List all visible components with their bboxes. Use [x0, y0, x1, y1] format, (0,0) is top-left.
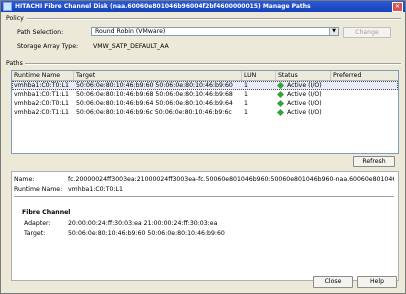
paths-table-header: Runtime Name Target LUN Status Preferred	[12, 71, 398, 81]
details-name-value: fc.20000024ff3003ea:21000024ff3003ea-fc.…	[68, 176, 394, 183]
preferred-cell	[331, 81, 396, 90]
window-title: HITACHI Fibre Channel Disk (naa.60060e80…	[15, 3, 311, 10]
change-button[interactable]: Change	[343, 27, 391, 38]
title-bar[interactable]: HITACHI Fibre Channel Disk (naa.60060e80…	[1, 1, 405, 12]
details-name-label: Name:	[14, 176, 35, 183]
path-selection-dropdown[interactable]: Round Robin (VMware) ▼	[91, 27, 339, 36]
app-icon	[3, 2, 12, 11]
fibre-channel-title: Fibre Channel	[22, 209, 71, 216]
target-value: 50:06:0e:80:10:46:b9:60 50:06:0e:80:10:4…	[68, 230, 225, 237]
lun-cell: 1	[244, 100, 248, 107]
details-runtime-label: Runtime Name:	[14, 186, 63, 193]
refresh-button[interactable]: Refresh	[353, 156, 395, 167]
table-row[interactable]: vmhba1:C0:T1:L1 50:06:0e:80:10:46:b9:68 5…	[12, 90, 398, 99]
status-cell: Active (I/O)	[276, 108, 331, 117]
column-preferred[interactable]: Preferred	[331, 71, 396, 80]
target-label: Target:	[24, 230, 46, 237]
adapter-label: Adapter:	[24, 220, 51, 227]
target-cell: 50:06:0e:80:10:46:b9:68 50:06:0e:80:10:4…	[76, 91, 233, 98]
active-status-icon	[276, 81, 285, 89]
active-status-icon	[276, 90, 285, 98]
table-row[interactable]: vmhba2:C0:T0:L1 50:06:0e:80:10:46:b9:64 5…	[12, 99, 398, 108]
adapter-value: 20:00:00:24:ff:30:03:ea 21:00:00:24:ff:3…	[68, 220, 218, 227]
details-divider	[14, 196, 394, 198]
status-cell: Active (I/O)	[276, 90, 331, 99]
active-status-icon	[276, 108, 285, 116]
column-lun[interactable]: LUN	[242, 71, 276, 80]
table-row[interactable]: vmhba2:C0:T1:L1 50:06:0e:80:10:46:b9:6c 5…	[12, 108, 398, 117]
path-selection-value: Round Robin (VMware)	[95, 28, 166, 35]
close-window-icon[interactable]: ✕	[392, 2, 403, 12]
paths-group-label: Paths	[6, 60, 23, 67]
column-target[interactable]: Target	[74, 71, 242, 80]
paths-table[interactable]: Runtime Name Target LUN Status Preferred…	[11, 70, 399, 154]
path-selection-label: Path Selection:	[17, 29, 64, 36]
lun-cell: 1	[244, 82, 248, 89]
runtime-name-cell: vmhba1:C0:T1:L1	[14, 91, 69, 98]
manage-paths-dialog: HITACHI Fibre Channel Disk (naa.60060e80…	[0, 0, 406, 294]
preferred-cell	[331, 108, 396, 117]
status-text: Active (I/O)	[287, 109, 322, 116]
status-text: Active (I/O)	[287, 100, 322, 107]
chevron-down-icon[interactable]: ▼	[329, 28, 338, 35]
details-runtime-value: vmhba1:C0:T0:L1	[68, 186, 123, 193]
target-cell: 50:06:0e:80:10:46:b9:64 50:06:0e:80:10:4…	[76, 100, 233, 107]
status-cell: Active (I/O)	[276, 81, 331, 90]
status-text: Active (I/O)	[287, 91, 322, 98]
help-button[interactable]: Help	[357, 276, 397, 288]
storage-array-type-label: Storage Array Type:	[17, 43, 79, 50]
paths-divider	[25, 63, 401, 65]
runtime-name-cell: vmhba2:C0:T0:L1	[14, 100, 69, 107]
preferred-cell	[331, 90, 396, 99]
active-status-icon	[276, 99, 285, 107]
policy-group-label: Policy	[6, 15, 24, 22]
status-text: Active (I/O)	[287, 82, 322, 89]
lun-cell: 1	[244, 109, 248, 116]
column-status[interactable]: Status	[276, 71, 331, 80]
storage-array-type-value: VMW_SATP_DEFAULT_AA	[93, 43, 169, 50]
table-row[interactable]: vmhba1:C0:T0:L1 50:06:0e:80:10:46:b9:60 5…	[12, 81, 398, 90]
runtime-name-cell: vmhba2:C0:T1:L1	[14, 109, 69, 116]
column-runtime-name[interactable]: Runtime Name	[12, 71, 74, 80]
policy-divider	[27, 18, 401, 20]
close-button[interactable]: Close	[313, 276, 353, 288]
target-cell: 50:06:0e:80:10:46:b9:60 50:06:0e:80:10:4…	[76, 82, 233, 89]
status-cell: Active (I/O)	[276, 99, 331, 108]
path-details-panel: Name: fc.20000024ff3003ea:21000024ff3003…	[11, 171, 399, 281]
target-cell: 50:06:0e:80:10:46:b9:6c 50:06:0e:80:10:4…	[76, 109, 232, 116]
lun-cell: 1	[244, 91, 248, 98]
runtime-name-cell: vmhba1:C0:T0:L1	[14, 82, 69, 89]
preferred-cell	[331, 99, 396, 108]
